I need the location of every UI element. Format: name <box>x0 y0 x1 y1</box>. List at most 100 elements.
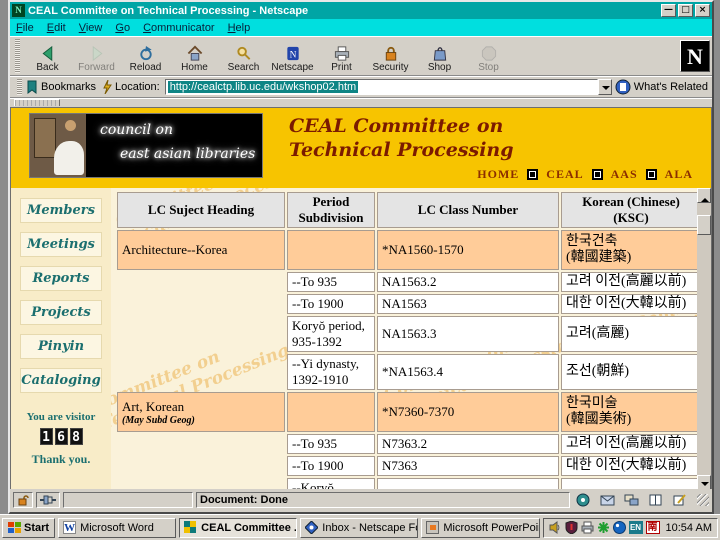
close-button[interactable]: × <box>695 4 710 17</box>
minimize-button[interactable]: — <box>661 4 676 17</box>
netscape-icon: N <box>286 46 299 60</box>
empty-cell <box>287 392 375 433</box>
resize-grip[interactable] <box>697 494 709 506</box>
sidebar-item-members[interactable]: Members <box>20 198 102 223</box>
url-input[interactable]: http://cealctp.lib.uc.edu/wkshop02.htm <box>164 79 598 95</box>
menu-file[interactable]: File <box>16 22 34 34</box>
nav-link-ala[interactable]: ALA <box>665 167 693 182</box>
component-discussions-icon[interactable] <box>624 493 639 507</box>
titlebar: N CEAL Committee on Technical Processing… <box>10 2 712 19</box>
toolbar-grippy[interactable] <box>15 39 20 73</box>
padlock-icon <box>385 46 396 61</box>
sidebar-item-cataloging[interactable]: Cataloging <box>20 368 102 393</box>
status-bar: Document: Done <box>10 489 712 511</box>
task-ceal-committee[interactable]: CEAL Committee ... <box>179 517 298 538</box>
class-number: N7363.2 <box>377 434 559 455</box>
task-inbox-netscape[interactable]: Inbox - Netscape Fol... <box>300 517 419 538</box>
svg-text:N: N <box>289 50 296 60</box>
subdivision: --Koryŏ period, 935-1392 <box>287 478 375 489</box>
nav-link-home[interactable]: HOME <box>477 167 519 182</box>
ime-indicator-icon[interactable]: 南 <box>645 521 660 534</box>
class-number: *N7360-7370 <box>377 392 559 433</box>
stop-button[interactable]: Stop <box>464 38 513 75</box>
bookmarks-label[interactable]: Bookmarks <box>41 81 96 93</box>
location-label: Location: <box>115 81 160 93</box>
sidebar-item-reports[interactable]: Reports <box>20 266 102 291</box>
sidebar-item-pinyin[interactable]: Pinyin <box>20 334 102 359</box>
locbar-grippy[interactable] <box>17 79 22 95</box>
subdivision: --Yi dynasty, 1392-1910 <box>287 354 375 391</box>
spiral-separator-icon <box>645 169 657 180</box>
menu-go[interactable]: Go <box>115 22 130 34</box>
table-header-row: LC Suject Heading Period Subdivision LC … <box>117 192 697 228</box>
component-navigator-icon[interactable] <box>576 493 591 507</box>
start-button[interactable]: Start <box>2 517 56 538</box>
scroll-down-button[interactable] <box>697 475 711 489</box>
sidebar-item-projects[interactable]: Projects <box>20 300 102 325</box>
korean-term: 조선(朝鮮) <box>561 354 697 391</box>
task-microsoft-powerpoint[interactable]: Microsoft PowerPoint... <box>421 517 540 538</box>
component-addressbook-icon[interactable] <box>648 493 663 507</box>
korean-term: 한국건축 (韓國建築) <box>561 230 697 270</box>
korean-term: 고려 이전(高麗以前) <box>561 434 697 455</box>
netscape-window-icon: N <box>12 4 25 17</box>
scrollbar-thumb[interactable] <box>697 215 711 235</box>
netscape-folder-icon <box>305 521 319 534</box>
banner-line2: east asian libraries <box>120 146 256 162</box>
antivirus-shield-icon[interactable] <box>565 521 578 534</box>
whats-related-label[interactable]: What's Related <box>634 81 708 93</box>
netscape-button[interactable]: N Netscape <box>268 38 317 75</box>
print-button[interactable]: Print <box>317 38 366 75</box>
col-header-subdivision: Period Subdivision <box>287 192 375 228</box>
plug-icon <box>40 495 56 505</box>
menu-communicator[interactable]: Communicator <box>143 22 215 34</box>
messenger-icon[interactable] <box>612 521 626 534</box>
scheduler-icon[interactable] <box>597 521 610 534</box>
word-icon: W <box>63 521 77 534</box>
menu-help[interactable]: Help <box>228 22 251 34</box>
url-dropdown-button[interactable] <box>597 79 612 95</box>
netscape-logo[interactable]: N <box>680 40 710 72</box>
table-row: --To 935 N7363.2 고려 이전(高麗以前) <box>117 434 697 455</box>
desktop: N CEAL Committee on Technical Processing… <box>0 0 720 540</box>
home-button[interactable]: Home <box>170 38 219 75</box>
component-inbox-icon[interactable] <box>600 493 615 507</box>
volume-icon[interactable] <box>549 521 562 534</box>
security-indicator[interactable] <box>13 492 33 508</box>
home-icon <box>187 45 202 61</box>
tray-clock: 10:54 AM <box>665 521 712 534</box>
menu-bar: File Edit View Go Communicator Help <box>10 19 712 36</box>
security-button[interactable]: Security <box>366 38 415 75</box>
component-composer-icon[interactable] <box>672 493 687 507</box>
reload-button[interactable]: Reload <box>121 38 170 75</box>
language-indicator[interactable]: EN <box>628 521 643 534</box>
printer-tray-icon[interactable] <box>581 521 594 534</box>
col-header-korean: Korean (Chinese) (KSC) <box>561 192 697 228</box>
subject-heading: Architecture--Korea <box>117 230 285 270</box>
vertical-scrollbar[interactable] <box>697 188 711 489</box>
system-tray: EN 南 10:54 AM <box>542 517 718 538</box>
nav-link-aas[interactable]: AAS <box>611 167 638 182</box>
korean-term: 고려(高麗) <box>561 478 697 489</box>
shopping-bag-icon <box>433 46 446 61</box>
menu-edit[interactable]: Edit <box>47 22 66 34</box>
online-indicator[interactable] <box>36 492 60 508</box>
subject-note: (May Subd Geog) <box>122 414 195 426</box>
sidebar-item-meetings[interactable]: Meetings <box>20 232 102 257</box>
menu-view[interactable]: View <box>79 22 103 34</box>
scroll-up-button[interactable] <box>697 188 711 203</box>
page-title: CEAL Committee on Technical Processing <box>289 115 514 161</box>
maximize-button[interactable]: □ <box>678 4 693 17</box>
nav-link-ceal[interactable]: CEAL <box>546 167 583 182</box>
task-microsoft-word[interactable]: W Microsoft Word <box>58 517 177 538</box>
forward-button[interactable]: Forward <box>72 38 121 75</box>
shop-button[interactable]: Shop <box>415 38 464 75</box>
search-icon <box>236 46 250 60</box>
personal-toolbar-tab[interactable] <box>14 99 60 106</box>
back-button[interactable]: Back <box>23 38 72 75</box>
reload-icon <box>139 45 152 60</box>
personal-toolbar-strip <box>10 98 712 107</box>
forward-arrow-icon <box>92 45 102 61</box>
korean-term: 고려 이전(高麗以前) <box>561 272 697 293</box>
search-button[interactable]: Search <box>219 38 268 75</box>
